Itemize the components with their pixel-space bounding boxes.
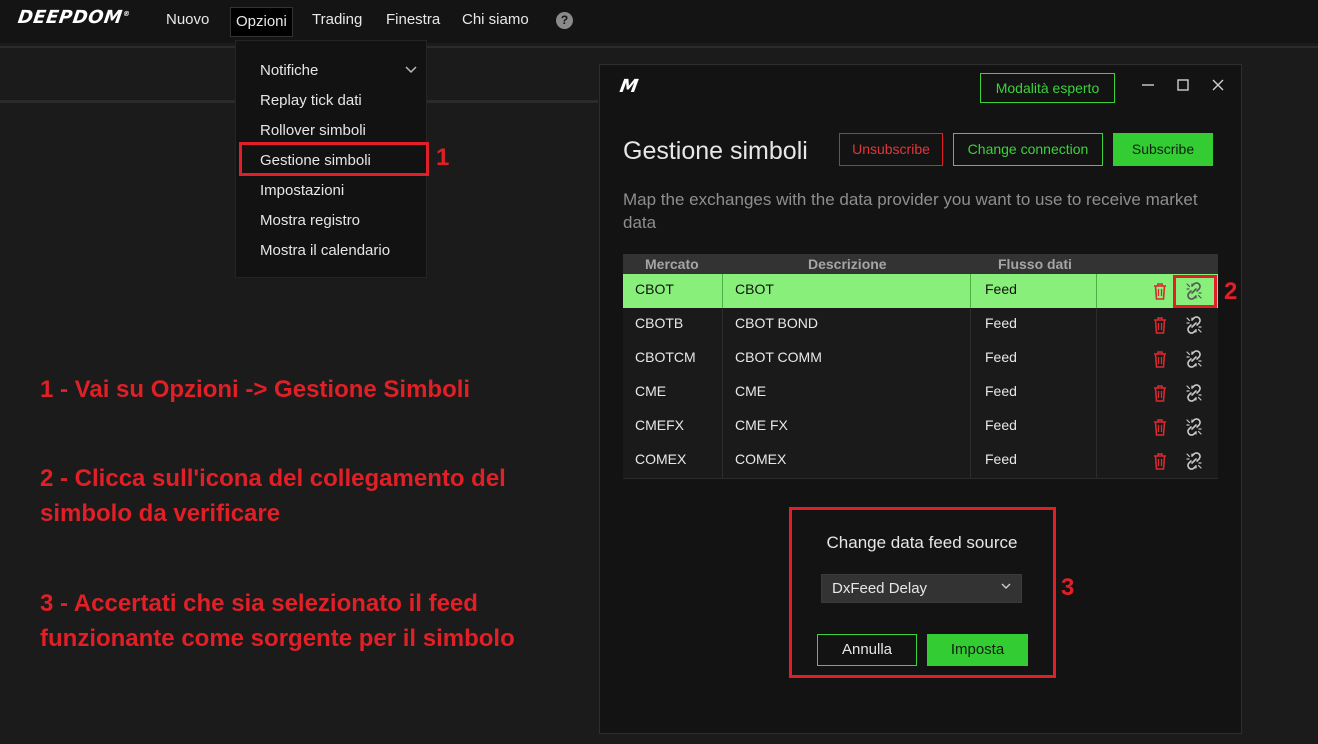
trash-icon[interactable] bbox=[1153, 282, 1167, 300]
cell-mercato: CBOTB bbox=[635, 315, 684, 331]
change-connection-button[interactable]: Change connection bbox=[953, 133, 1103, 166]
column-separator bbox=[722, 444, 723, 478]
cell-mercato: CMEFX bbox=[635, 417, 684, 433]
expert-mode-button[interactable]: Modalità esperto bbox=[980, 73, 1115, 103]
column-separator bbox=[1096, 376, 1097, 410]
menu-trading[interactable]: Trading bbox=[312, 0, 362, 40]
column-separator bbox=[1096, 342, 1097, 376]
question-circle-icon[interactable]: ? bbox=[556, 12, 573, 29]
column-separator bbox=[1096, 410, 1097, 444]
cell-mercato: CME bbox=[635, 383, 667, 399]
table-header: Mercato Descrizione Flusso dati bbox=[623, 254, 1218, 274]
link-icon[interactable] bbox=[1184, 349, 1204, 369]
table-row[interactable]: CBOTB CBOT BOND Feed bbox=[623, 308, 1218, 343]
cell-mercato: CBOT bbox=[635, 281, 674, 297]
chevron-down-icon[interactable] bbox=[405, 63, 417, 77]
trash-icon[interactable] bbox=[1153, 418, 1167, 436]
table-row[interactable]: COMEX COMEX Feed bbox=[623, 444, 1218, 479]
window-logo: M bbox=[618, 76, 640, 97]
table-row[interactable]: CME CME Feed bbox=[623, 376, 1218, 411]
menu-opzioni[interactable]: Opzioni bbox=[230, 7, 293, 37]
column-separator bbox=[970, 444, 971, 478]
cell-descrizione: COMEX bbox=[735, 451, 787, 467]
dropdown-item-replay-tick[interactable]: Replay tick dati bbox=[260, 91, 362, 111]
cell-mercato: COMEX bbox=[635, 451, 687, 467]
cell-flusso: Feed bbox=[985, 349, 1017, 365]
table-row[interactable]: CBOTCM CBOT COMM Feed bbox=[623, 342, 1218, 377]
window-description: Map the exchanges with the data provider… bbox=[623, 190, 1198, 232]
menu-finestra[interactable]: Finestra bbox=[386, 0, 440, 40]
dropdown-item-calendario[interactable]: Mostra il calendario bbox=[260, 241, 390, 261]
column-header-flusso[interactable]: Flusso dati bbox=[998, 256, 1072, 272]
trash-icon[interactable] bbox=[1153, 384, 1167, 402]
dropdown-item-impostazioni[interactable]: Impostazioni bbox=[260, 181, 344, 201]
column-separator bbox=[722, 274, 723, 308]
link-icon[interactable] bbox=[1184, 315, 1204, 335]
cell-mercato: CBOTCM bbox=[635, 349, 696, 365]
link-icon[interactable] bbox=[1184, 383, 1204, 403]
column-separator bbox=[970, 410, 971, 444]
menu-chi-siamo[interactable]: Chi siamo bbox=[462, 0, 529, 40]
instruction-step-2: 2 - Clicca sull'icona del collegamento d… bbox=[40, 465, 506, 527]
column-separator bbox=[1096, 444, 1097, 478]
highlight-box-1 bbox=[239, 142, 429, 176]
feed-source-select[interactable]: DxFeed Delay bbox=[821, 574, 1022, 603]
column-separator bbox=[970, 376, 971, 410]
menu-nuovo[interactable]: Nuovo bbox=[166, 0, 209, 40]
chevron-down-icon[interactable] bbox=[1001, 581, 1011, 593]
annotation-number-1: 1 bbox=[436, 144, 450, 171]
close-icon[interactable] bbox=[1211, 78, 1225, 97]
subscribe-button[interactable]: Subscribe bbox=[1113, 133, 1213, 166]
cell-descrizione: CME FX bbox=[735, 417, 788, 433]
cell-flusso: Feed bbox=[985, 451, 1017, 467]
instruction-step-1: 1 - Vai su Opzioni -> Gestione Simboli bbox=[40, 376, 471, 403]
link-icon[interactable] bbox=[1184, 451, 1204, 471]
symbols-table: Mercato Descrizione Flusso dati CBOT CBOT… bbox=[623, 254, 1218, 479]
column-header-descrizione[interactable]: Descrizione bbox=[808, 256, 887, 272]
cell-descrizione: CBOT bbox=[735, 281, 774, 297]
table-row[interactable]: CBOT CBOT Feed bbox=[623, 274, 1218, 309]
column-separator bbox=[722, 342, 723, 376]
trash-icon[interactable] bbox=[1153, 452, 1167, 470]
cell-descrizione: CBOT COMM bbox=[735, 349, 822, 365]
column-separator bbox=[970, 342, 971, 376]
maximize-icon[interactable] bbox=[1176, 78, 1190, 97]
trash-icon[interactable] bbox=[1153, 316, 1167, 334]
dropdown-item-rollover[interactable]: Rollover simboli bbox=[260, 121, 366, 141]
dropdown-item-mostra-registro[interactable]: Mostra registro bbox=[260, 211, 360, 231]
annotation-number-3: 3 bbox=[1061, 574, 1075, 601]
trash-icon[interactable] bbox=[1153, 350, 1167, 368]
annotation-number-2: 2 bbox=[1224, 278, 1238, 305]
column-separator bbox=[1096, 308, 1097, 342]
window-title: Gestione simboli bbox=[623, 137, 808, 165]
column-separator bbox=[722, 410, 723, 444]
highlight-box-2 bbox=[1173, 275, 1217, 308]
cell-flusso: Feed bbox=[985, 383, 1017, 399]
column-separator bbox=[722, 376, 723, 410]
deepdom-logo: DEEPDOM® bbox=[16, 7, 131, 28]
top-divider bbox=[0, 46, 1318, 48]
column-separator bbox=[970, 274, 971, 308]
feed-dialog-title: Change data feed source bbox=[826, 533, 1018, 552]
cell-flusso: Feed bbox=[985, 281, 1017, 297]
minimize-icon[interactable] bbox=[1141, 78, 1155, 97]
column-separator bbox=[1096, 274, 1097, 308]
dropdown-item-notifiche[interactable]: Notifiche bbox=[260, 61, 318, 81]
cell-flusso: Feed bbox=[985, 417, 1017, 433]
cell-descrizione: CBOT BOND bbox=[735, 315, 818, 331]
set-button[interactable]: Imposta bbox=[927, 634, 1028, 666]
cell-descrizione: CME bbox=[735, 383, 767, 399]
instruction-step-3: 3 - Accertati che sia selezionato il fee… bbox=[40, 590, 515, 652]
table-row[interactable]: CMEFX CME FX Feed bbox=[623, 410, 1218, 445]
column-separator bbox=[970, 308, 971, 342]
cancel-button[interactable]: Annulla bbox=[817, 634, 917, 666]
link-icon[interactable] bbox=[1184, 417, 1204, 437]
cell-flusso: Feed bbox=[985, 315, 1017, 331]
column-header-mercato[interactable]: Mercato bbox=[645, 256, 699, 272]
unsubscribe-button[interactable]: Unsubscribe bbox=[839, 133, 943, 166]
column-separator bbox=[722, 308, 723, 342]
